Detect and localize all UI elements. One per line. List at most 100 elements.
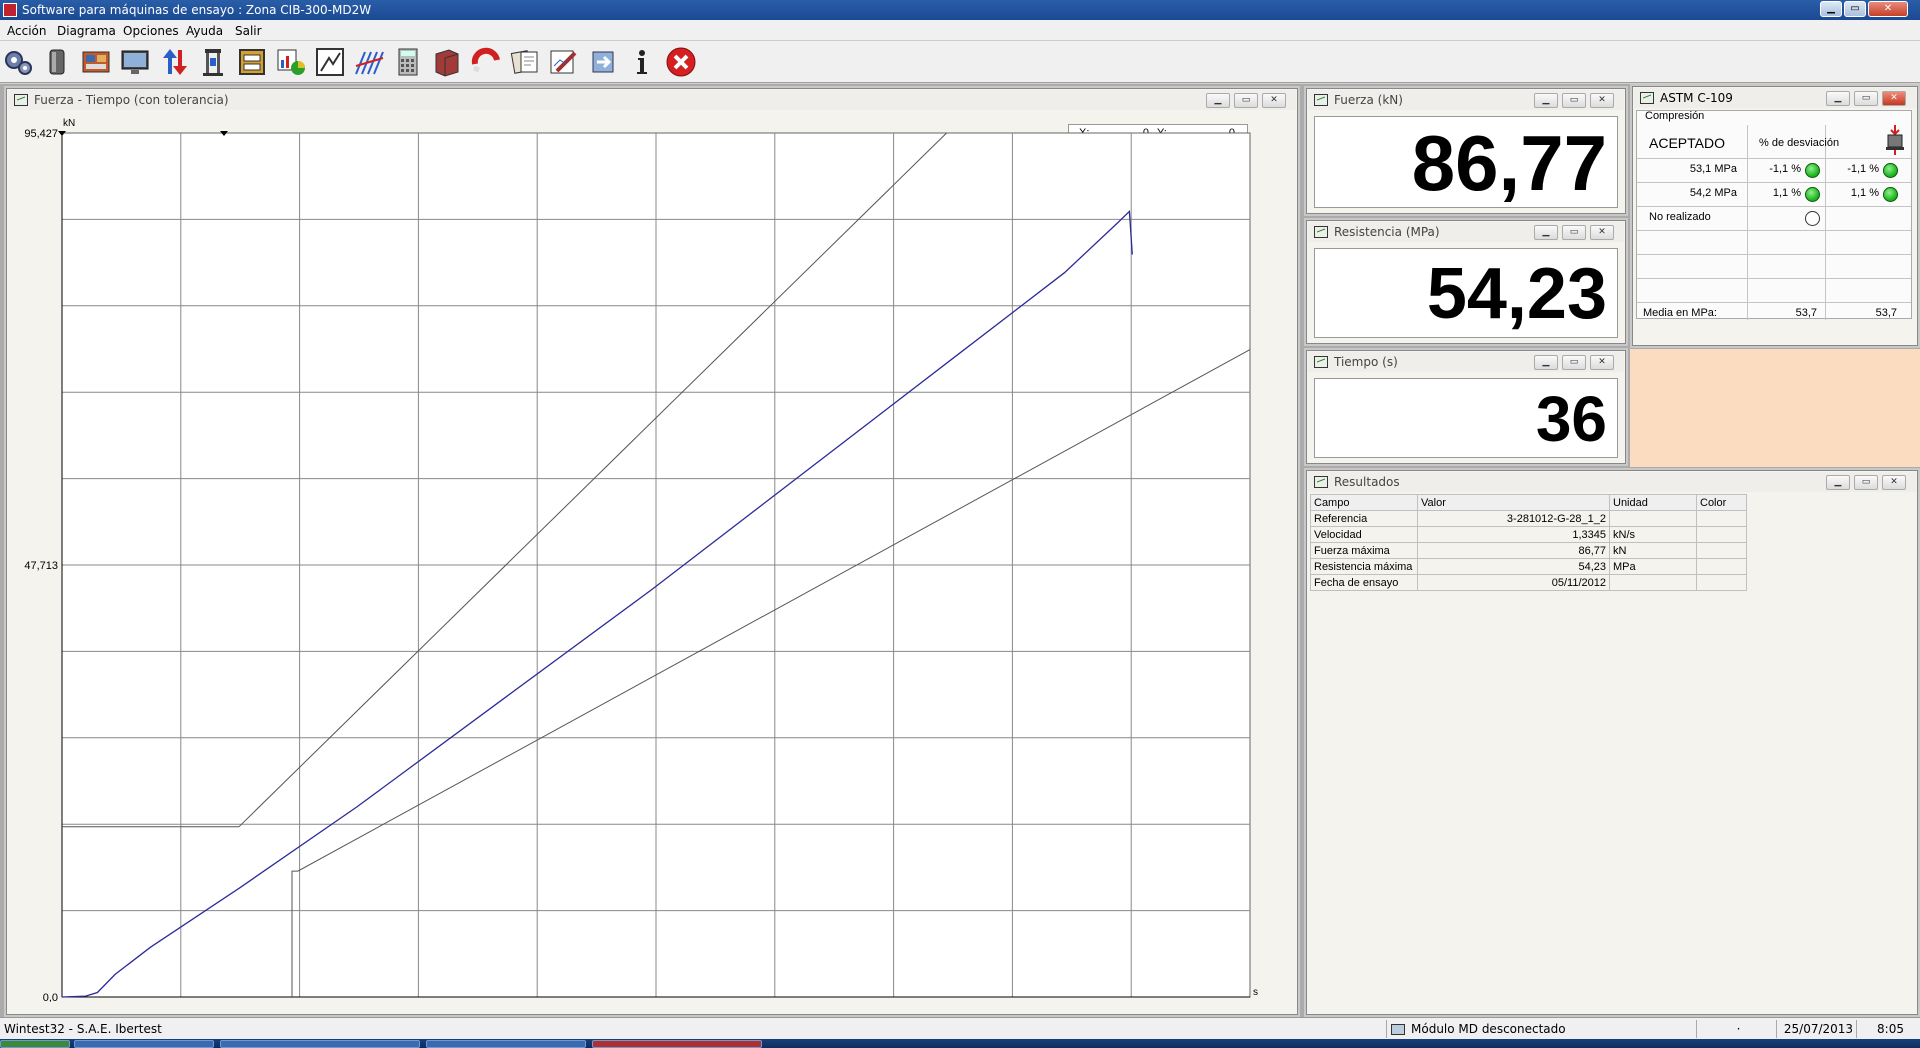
monitor-display-icon[interactable] [119,46,151,78]
window-title: Software para máquinas de ensayo : Zona … [22,3,372,17]
status-ok-indicator [1883,163,1898,178]
machine-panel-icon[interactable] [80,46,112,78]
toolbar [0,41,1920,83]
astm-mean-label: Media en MPa: [1643,307,1717,319]
maximize-button[interactable]: ▭ [1844,1,1866,17]
minimize-button[interactable]: ▁ [1820,1,1842,17]
chart-window-title: Fuerza - Tiempo (con tolerancia) [34,93,229,107]
test-frame-icon[interactable] [197,46,229,78]
arrows-up-down-icon[interactable] [158,46,190,78]
results-col-color[interactable]: Color [1696,494,1747,511]
tiempo-window-header: Tiempo (s) ▁ ▭ ✕ [1308,352,1624,372]
results-cell [1696,542,1747,559]
status-module-text: Módulo MD desconectado [1411,1022,1566,1036]
export-icon[interactable] [587,46,619,78]
astm-status: ACEPTADO [1649,135,1725,151]
resultados-window-title: Resultados [1334,475,1400,489]
fuerza-maximize-button[interactable]: ▭ [1562,93,1586,108]
book-icon[interactable] [431,46,463,78]
tiempo-minimize-button[interactable]: ▁ [1534,355,1558,370]
calculator-icon[interactable] [392,46,424,78]
results-cell [1696,558,1747,575]
menu-opciones[interactable]: Opciones [123,24,179,38]
results-cell: 3-281012-G-28_1_2 [1417,510,1610,527]
resistencia-close-button[interactable]: ✕ [1590,225,1614,240]
results-col-valor[interactable]: Valor [1417,494,1610,511]
astm-mean1: 53,7 [1795,307,1817,319]
taskbar-item-active[interactable] [592,1040,762,1048]
astm-mean2: 53,7 [1875,307,1897,319]
graph-lines-icon[interactable] [353,46,385,78]
documents-icon[interactable] [509,46,541,78]
table-row[interactable]: Fuerza máxima 86,77 kN [1310,542,1747,559]
menu-ayuda[interactable]: Ayuda [186,24,223,38]
resultados-maximize-button[interactable]: ▭ [1854,475,1878,490]
results-cell [1696,510,1747,527]
results-cell: kN/s [1609,526,1697,543]
astm-row1-dev2: -1,1 % [1847,163,1879,175]
status-ok-indicator [1805,187,1820,202]
menu-accion[interactable]: Acción [7,24,46,38]
measure-tool-icon[interactable] [314,46,346,78]
info-icon[interactable] [626,46,658,78]
astm-minimize-button[interactable]: ▁ [1826,91,1850,106]
results-cell: Referencia [1310,510,1418,527]
resistencia-minimize-button[interactable]: ▁ [1534,225,1558,240]
table-row[interactable]: Referencia 3-281012-G-28_1_2 [1310,510,1747,527]
results-col-unidad[interactable]: Unidad [1609,494,1697,511]
results-cell: 05/11/2012 [1417,574,1610,591]
status-date: 25/07/2013 [1776,1020,1856,1038]
close-button[interactable]: ✕ [1868,1,1908,17]
archive-box-icon[interactable] [236,46,268,78]
astm-row1-dev1: -1,1 % [1769,163,1801,175]
app-icon[interactable] [3,3,17,17]
chart-window: Fuerza - Tiempo (con tolerancia) ▁ ▭ ✕ X… [4,86,1300,1017]
y-axis-label: kN [63,118,75,129]
taskbar-item[interactable] [426,1040,586,1048]
magnet-icon[interactable] [470,46,502,78]
status-time: 8:05 [1856,1020,1920,1038]
exit-icon[interactable] [665,46,697,78]
astm-col-divider [1747,125,1748,320]
resistencia-maximize-button[interactable]: ▭ [1562,225,1586,240]
chart-pie-icon[interactable] [275,46,307,78]
astm-maximize-button[interactable]: ▭ [1854,91,1878,106]
taskbar-item[interactable] [220,1040,420,1048]
compression-specimen-icon [1883,125,1907,155]
cylinder-specimen-icon[interactable] [41,46,73,78]
results-col-campo[interactable]: Campo [1310,494,1418,511]
resultados-minimize-button[interactable]: ▁ [1826,475,1850,490]
chart-close-button[interactable]: ✕ [1262,93,1286,108]
astm-row-divider [1637,302,1911,303]
menu-diagrama[interactable]: Diagrama [57,24,116,38]
y-tick-label: 0,0 [43,992,58,1002]
astm-close-button[interactable]: ✕ [1882,91,1906,106]
table-row[interactable]: Fecha de ensayo 05/11/2012 [1310,574,1747,591]
table-row[interactable]: Velocidad 1,3345 kN/s [1310,526,1747,543]
fuerza-close-button[interactable]: ✕ [1590,93,1614,108]
results-cell: 54,23 [1417,558,1610,575]
taskbar-item[interactable] [74,1040,214,1048]
resistencia-window-title: Resistencia (MPa) [1334,225,1440,239]
tiempo-close-button[interactable]: ✕ [1590,355,1614,370]
chart-maximize-button[interactable]: ▭ [1234,93,1258,108]
edit-pen-icon[interactable] [548,46,580,78]
y-tick-label: 95,427 [24,128,58,140]
fuerza-minimize-button[interactable]: ▁ [1534,93,1558,108]
resistencia-window-icon [1314,226,1328,238]
astm-not-done: No realizado [1649,211,1711,223]
menu-salir[interactable]: Salir [235,24,262,38]
resistencia-value: 54,23 [1314,248,1618,338]
settings-gears-icon[interactable] [2,46,34,78]
astm-window: ASTM C-109 ▁ ▭ ✕ Compresión ACEPTADO % d… [1630,84,1920,348]
table-row[interactable]: Resistencia máxima 54,23 MPa [1310,558,1747,575]
chart-minimize-button[interactable]: ▁ [1206,93,1230,108]
astm-row-divider [1637,254,1911,255]
tiempo-maximize-button[interactable]: ▭ [1562,355,1586,370]
astm-row-divider [1637,278,1911,279]
resultados-close-button[interactable]: ✕ [1882,475,1906,490]
astm-window-header: ASTM C-109 ▁ ▭ ✕ [1634,88,1916,108]
start-button[interactable] [0,1040,70,1048]
results-cell: Resistencia máxima [1310,558,1418,575]
status-indicator: · [1696,1020,1776,1038]
